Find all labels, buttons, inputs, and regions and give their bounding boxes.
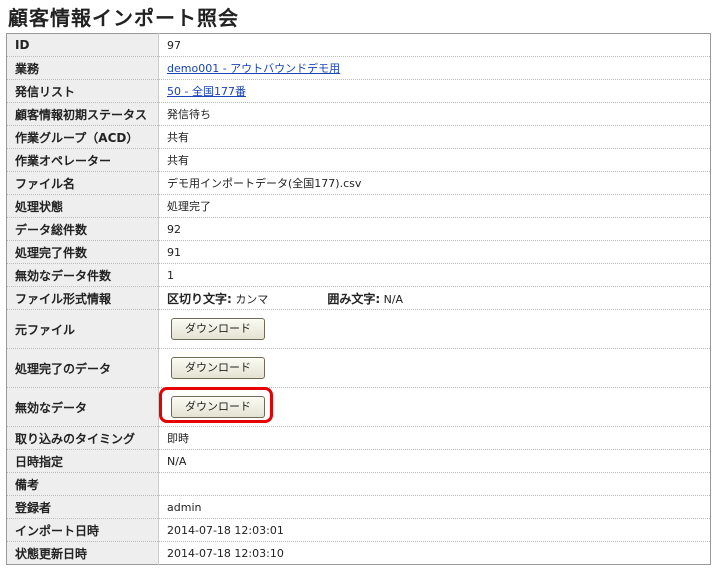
work-group-label: 作業グループ（ACD） — [6, 125, 159, 149]
quote-label: 囲み文字: — [327, 291, 381, 306]
import-timing-label: 取り込みのタイミング — [6, 426, 159, 450]
datetime-spec-value: N/A — [158, 449, 711, 473]
import-datetime-label: インポート日時 — [6, 518, 159, 542]
remarks-value — [158, 472, 711, 496]
file-name-value: デモ用インポートデータ(全国177).csv — [158, 171, 711, 195]
row-business: 業務 demo001 - アウトバウンドデモ用 — [6, 56, 711, 80]
import-timing-value: 即時 — [158, 426, 711, 450]
row-registrant: 登録者 admin — [6, 495, 711, 519]
page-title: 顧客情報インポート照会 — [8, 6, 239, 30]
work-group-value: 共有 — [158, 125, 711, 149]
import-detail-table: ID 97 業務 demo001 - アウトバウンドデモ用 発信リスト 50 -… — [6, 33, 711, 565]
row-import-datetime: インポート日時 2014-07-18 12:03:01 — [6, 518, 711, 542]
initial-status-label: 顧客情報初期ステータス — [6, 102, 159, 126]
invalid-count-value: 1 — [158, 263, 711, 287]
done-count-value: 91 — [158, 240, 711, 264]
row-file-name: ファイル名 デモ用インポートデータ(全国177).csv — [6, 171, 711, 195]
highlight-box — [159, 387, 273, 423]
work-operator-value: 共有 — [158, 148, 711, 172]
id-value: 97 — [158, 33, 711, 57]
registrant-label: 登録者 — [6, 495, 159, 519]
row-original-file: 元ファイル ダウンロード — [6, 309, 711, 349]
initial-status-value: 発信待ち — [158, 102, 711, 126]
business-label: 業務 — [6, 56, 159, 80]
invalid-data-label: 無効なデータ — [6, 387, 159, 427]
quote-value: N/A — [383, 292, 404, 306]
id-label: ID — [6, 33, 159, 57]
status-updated-label: 状態更新日時 — [6, 541, 159, 565]
row-done-count: 処理完了件数 91 — [6, 240, 711, 264]
row-call-list: 発信リスト 50 - 全国177番 — [6, 79, 711, 103]
original-file-download-button[interactable]: ダウンロード — [171, 318, 265, 340]
row-initial-status: 顧客情報初期ステータス 発信待ち — [6, 102, 711, 126]
processed-data-label: 処理完了のデータ — [6, 348, 159, 388]
process-state-label: 処理状態 — [6, 194, 159, 218]
status-updated-value: 2014-07-18 12:03:10 — [158, 541, 711, 565]
row-status-updated: 状態更新日時 2014-07-18 12:03:10 — [6, 541, 711, 565]
call-list-label: 発信リスト — [6, 79, 159, 103]
processed-data-download-button[interactable]: ダウンロード — [171, 357, 265, 379]
original-file-label: 元ファイル — [6, 309, 159, 349]
call-list-link[interactable]: 50 - 全国177番 — [167, 85, 246, 98]
business-link[interactable]: demo001 - アウトバウンドデモ用 — [167, 62, 340, 75]
row-work-operator: 作業オペレーター 共有 — [6, 148, 711, 172]
datetime-spec-label: 日時指定 — [6, 449, 159, 473]
row-import-timing: 取り込みのタイミング 即時 — [6, 426, 711, 450]
row-file-format: ファイル形式情報 区切り文字: カンマ 囲み文字: N/A — [6, 286, 711, 310]
work-operator-label: 作業オペレーター — [6, 148, 159, 172]
import-datetime-value: 2014-07-18 12:03:01 — [158, 518, 711, 542]
registrant-value: admin — [158, 495, 711, 519]
total-count-label: データ総件数 — [6, 217, 159, 241]
row-total-count: データ総件数 92 — [6, 217, 711, 241]
remarks-label: 備考 — [6, 472, 159, 496]
row-invalid-data: 無効なデータ ダウンロード — [6, 387, 711, 427]
file-name-label: ファイル名 — [6, 171, 159, 195]
row-work-group: 作業グループ（ACD） 共有 — [6, 125, 711, 149]
total-count-value: 92 — [158, 217, 711, 241]
row-datetime-spec: 日時指定 N/A — [6, 449, 711, 473]
file-format-label: ファイル形式情報 — [6, 286, 159, 310]
done-count-label: 処理完了件数 — [6, 240, 159, 264]
row-invalid-count: 無効なデータ件数 1 — [6, 263, 711, 287]
delimiter-value: カンマ — [235, 292, 269, 306]
row-process-state: 処理状態 処理完了 — [6, 194, 711, 218]
row-remarks: 備考 — [6, 472, 711, 496]
row-processed-data: 処理完了のデータ ダウンロード — [6, 348, 711, 388]
row-id: ID 97 — [6, 33, 711, 57]
invalid-count-label: 無効なデータ件数 — [6, 263, 159, 287]
process-state-value: 処理完了 — [158, 194, 711, 218]
delimiter-label: 区切り文字: — [167, 291, 232, 306]
